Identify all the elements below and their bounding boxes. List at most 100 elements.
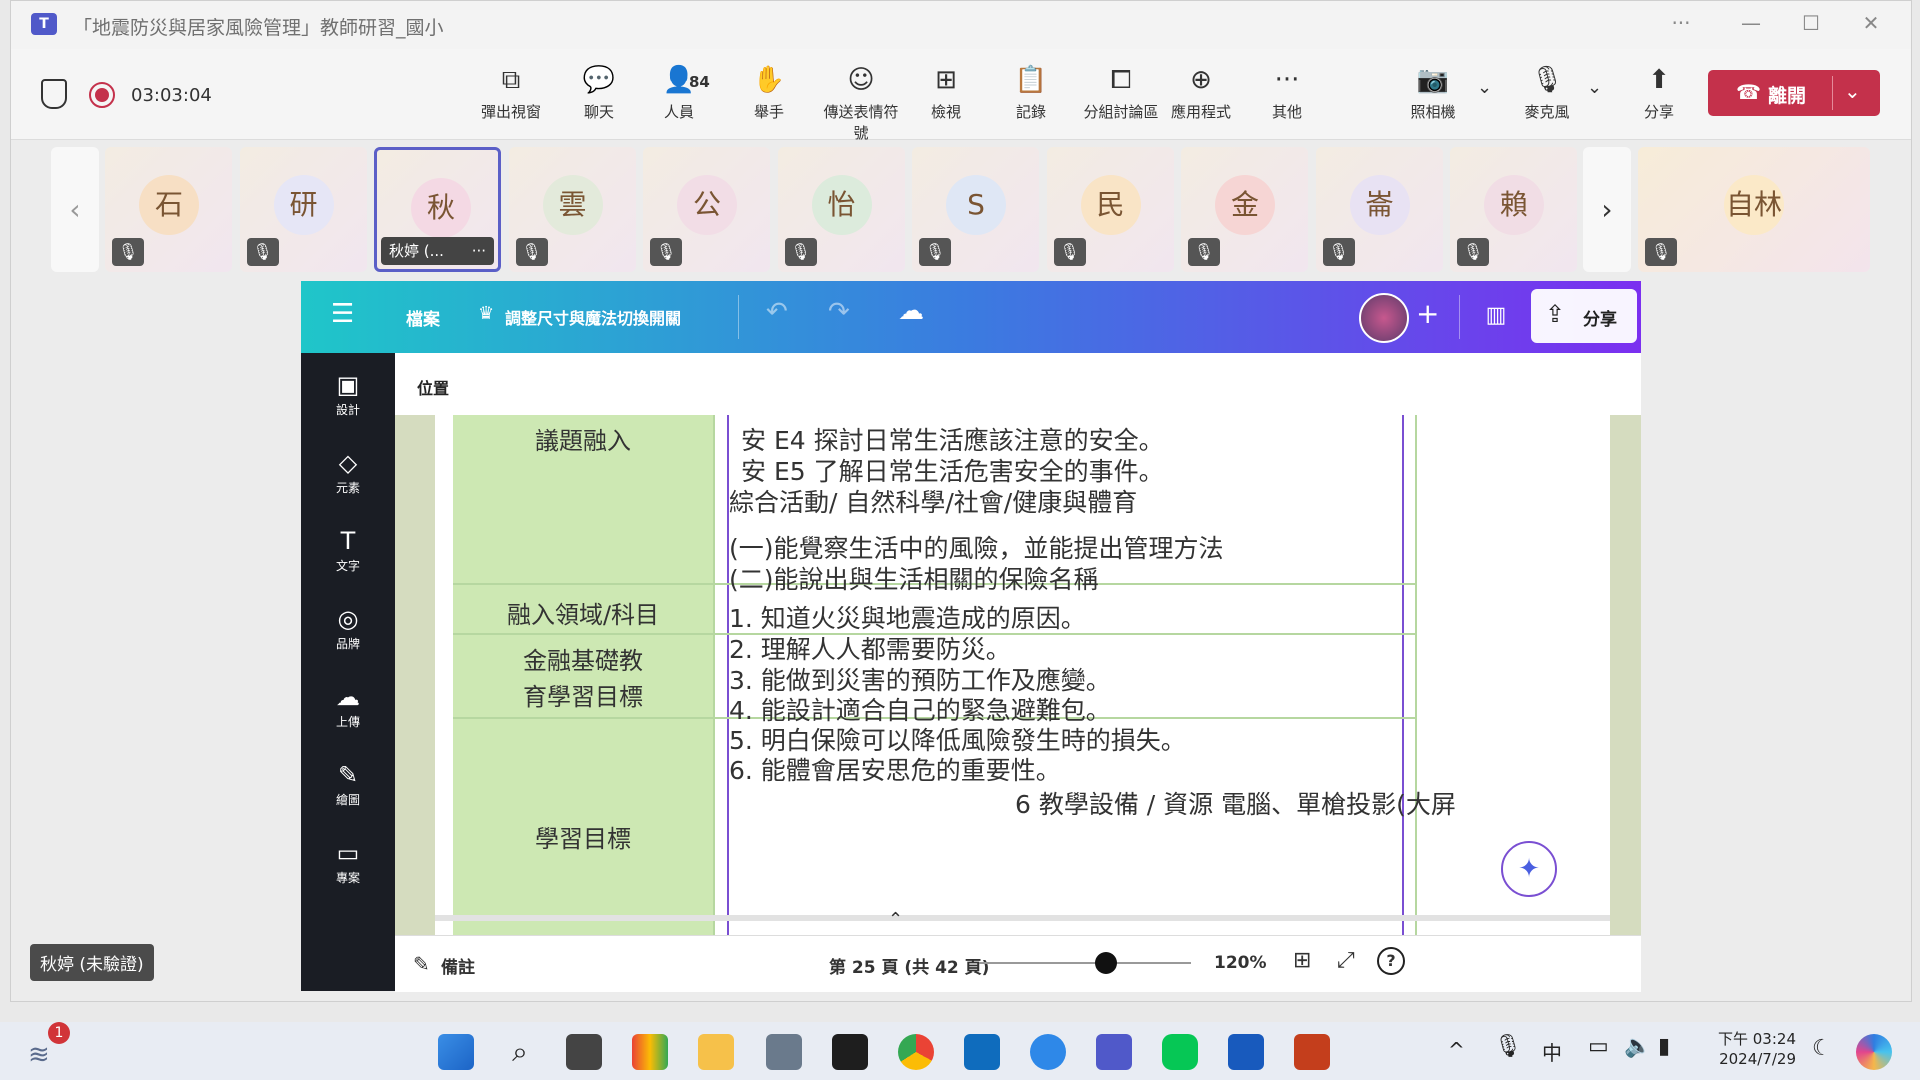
prev-participants-button[interactable]: ‹	[51, 147, 99, 272]
people-button[interactable]: 👤 人員 84	[639, 63, 719, 122]
windows-start-icon[interactable]	[438, 1034, 474, 1070]
popout-button[interactable]: ⧉ 彈出視窗	[471, 63, 551, 122]
more-button[interactable]: ··· 其他	[1247, 63, 1327, 122]
camera-off-button[interactable]: 📷 照相機 ⌄	[1393, 63, 1492, 122]
canva-footer: ✎ 備註 第 25 頁 (共 42 頁) 120% ⊞ ⤢ ?	[395, 935, 1641, 992]
sidebar-item-3[interactable]: ◎ 品牌	[301, 605, 395, 652]
emoji-button[interactable]: ☺ 傳送表情符號	[821, 63, 901, 143]
participant-tile[interactable]: 公 🎙	[643, 147, 770, 272]
sidebar-item-5[interactable]: ✎ 繪圖	[301, 761, 395, 808]
participant-tile[interactable]: S 🎙	[912, 147, 1039, 272]
insights-icon[interactable]: ▥	[1471, 291, 1521, 341]
canva-share-button[interactable]: ⇪ 分享	[1531, 289, 1637, 343]
recorder-icon[interactable]	[832, 1034, 868, 1070]
participant-tile[interactable]: 崙 🎙	[1315, 147, 1443, 272]
cloud-saved-icon[interactable]: ☁	[898, 296, 924, 326]
featured-participant-tile[interactable]: 自林 🎙	[1638, 147, 1870, 272]
calculator-icon[interactable]	[766, 1034, 802, 1070]
word-icon[interactable]	[1228, 1034, 1264, 1070]
sidebar-item-1[interactable]: ◇ 元素	[301, 449, 395, 496]
copilot-icon[interactable]	[1856, 1034, 1892, 1070]
view-button[interactable]: ⊞ 檢視	[906, 63, 986, 122]
user-avatar[interactable]	[1359, 293, 1409, 343]
notes-button[interactable]: 備註	[441, 953, 475, 978]
crown-icon: ♛	[478, 303, 495, 324]
help-icon[interactable]: ?	[1377, 947, 1405, 975]
chevron-down-icon[interactable]: ⌄	[1477, 77, 1492, 98]
sidebar-label: 元素	[335, 481, 360, 495]
minimize-button[interactable]: —	[1736, 11, 1766, 35]
notes-icon[interactable]: ✎	[413, 952, 430, 976]
mic-off-button[interactable]: 🎙 麥克風 ⌄	[1507, 63, 1602, 122]
upload-share-icon: ⇪	[1545, 300, 1566, 328]
chat-button[interactable]: 💬 聊天	[559, 63, 639, 122]
participant-tile[interactable]: 民 🎙	[1046, 147, 1174, 272]
title-bar: T 「地震防災與居家風險管理」教師研習_國小 ··· — ☐ ✕	[11, 1, 1911, 49]
participant-tile[interactable]: 怡 🎙	[777, 147, 905, 272]
powerpoint-icon[interactable]	[1294, 1034, 1330, 1070]
sidebar-item-6[interactable]: ▭ 專案	[301, 839, 395, 886]
chrome-icon[interactable]	[898, 1034, 934, 1070]
app-icon[interactable]	[632, 1034, 668, 1070]
position-button[interactable]: 位置	[417, 375, 449, 399]
chevron-down-icon[interactable]: ⌄	[1587, 77, 1602, 98]
line-icon[interactable]	[1162, 1034, 1198, 1070]
participant-more-icon[interactable]: ···	[472, 237, 486, 265]
sidebar-item-4[interactable]: ☁ 上傳	[301, 683, 395, 730]
chevron-down-icon[interactable]: ⌄	[1844, 79, 1861, 103]
teams-icon[interactable]	[1096, 1034, 1132, 1070]
window-more-button[interactable]: ···	[1666, 11, 1696, 35]
leave-button[interactable]: ☎ 離開 ⌄	[1708, 70, 1880, 116]
add-collaborator-button[interactable]: +	[1416, 297, 1439, 330]
notes-button[interactable]: 📋 記錄	[991, 63, 1071, 122]
fullscreen-icon[interactable]: ⤢	[1337, 948, 1355, 973]
breakout-button[interactable]: ⧠ 分組討論區	[1081, 63, 1161, 122]
weather-widget-icon[interactable]: ≋	[28, 1040, 50, 1070]
menu-icon[interactable]: ☰	[331, 299, 354, 329]
battery-icon[interactable]: ▮	[1658, 1034, 1670, 1059]
apps-button[interactable]: ⊕ 應用程式	[1161, 63, 1241, 122]
horizontal-scrollbar[interactable]	[435, 915, 1610, 921]
zoom-slider-knob[interactable]	[1095, 952, 1118, 974]
cell-integrated-subjects: 融入領域/科目	[506, 601, 660, 629]
participant-tile[interactable]: 秋秋婷 (... ···	[374, 147, 501, 272]
clock-date[interactable]: 2024/7/29	[1710, 1050, 1796, 1068]
clock-time[interactable]: 下午 03:24	[1710, 1028, 1796, 1049]
participant-tile[interactable]: 賴 🎙	[1450, 147, 1577, 272]
redo-icon[interactable]: ↷	[828, 297, 850, 327]
grid-view-icon[interactable]: ⊞	[1293, 948, 1311, 973]
chevron-up-icon[interactable]: ⌃	[888, 909, 903, 930]
maximize-button[interactable]: ☐	[1796, 11, 1826, 35]
participant-tile[interactable]: 石 🎙	[105, 147, 232, 272]
magic-assistant-icon[interactable]: ✦	[1501, 841, 1557, 897]
next-participants-button[interactable]: ›	[1583, 147, 1631, 272]
magic-switch-label[interactable]: 調整尺寸與魔法切換開關	[505, 305, 681, 329]
outlook-icon[interactable]	[964, 1034, 1000, 1070]
network-icon[interactable]: ▭	[1588, 1034, 1609, 1059]
undo-icon[interactable]: ↶	[766, 297, 788, 327]
participant-tile[interactable]: 研 🎙	[239, 147, 367, 272]
apps-icon: ⊕	[1190, 65, 1212, 95]
file-explorer-icon[interactable]	[698, 1034, 734, 1070]
zoom-slider[interactable]	[979, 952, 1191, 974]
close-button[interactable]: ✕	[1856, 11, 1886, 35]
sidebar-item-0[interactable]: ▣ 設計	[301, 371, 395, 418]
focus-icon[interactable]: ☾	[1812, 1036, 1832, 1061]
raise-hand-button[interactable]: ✋ 舉手	[729, 63, 809, 122]
share-button[interactable]: ⬆ 分享	[1619, 63, 1699, 122]
sidebar-item-2[interactable]: T 文字	[301, 527, 395, 574]
file-menu[interactable]: 檔案	[406, 305, 440, 330]
participant-tile[interactable]: 金 🎙	[1181, 147, 1308, 272]
toolbar-button-label: 分組討論區	[1083, 103, 1159, 121]
volume-icon[interactable]: 🔈	[1624, 1034, 1651, 1059]
search-icon[interactable]: ⌕	[502, 1034, 538, 1070]
toolbar-button-label: 檢視	[930, 103, 961, 121]
mic-muted-icon[interactable]: 🎙	[1494, 1034, 1522, 1059]
ime-indicator[interactable]: 中	[1542, 1037, 1562, 1066]
tray-chevron[interactable]: ^	[1448, 1038, 1465, 1062]
onedrive-icon[interactable]	[1030, 1034, 1066, 1070]
task-view-icon[interactable]	[566, 1034, 602, 1070]
avatar: 秋	[411, 178, 471, 238]
mic-off-icon: 🎙	[246, 238, 279, 266]
participant-tile[interactable]: 雲 🎙	[508, 147, 636, 272]
